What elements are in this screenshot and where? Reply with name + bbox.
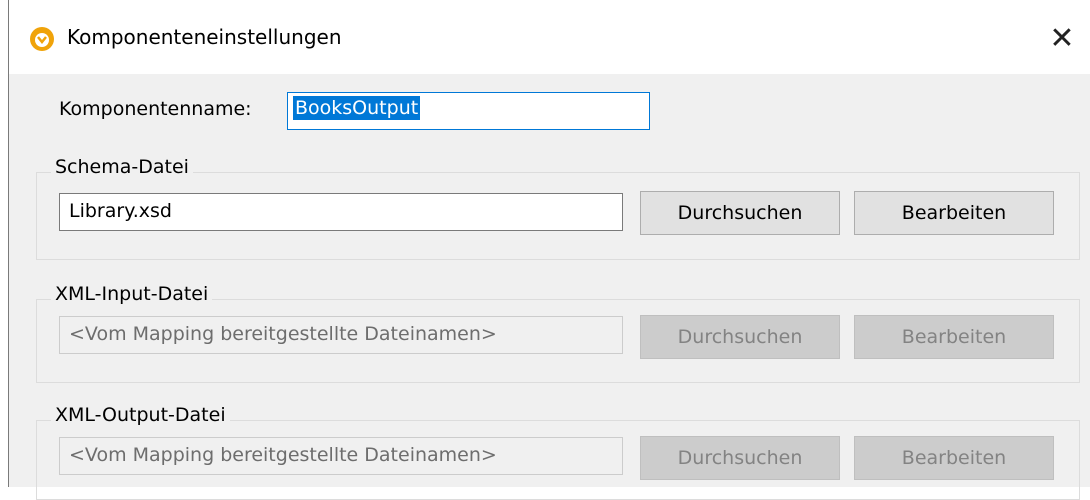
xml-output-edit-button[interactable]: Bearbeiten	[854, 436, 1054, 480]
xml-input-file-input[interactable]: <Vom Mapping bereitgestellte Dateinamen>	[59, 316, 623, 354]
component-settings-dialog: Komponenteneinstellungen ✕ Komponentenna…	[8, 0, 1090, 500]
xml-output-browse-button[interactable]: Durchsuchen	[640, 436, 840, 480]
schema-edit-button[interactable]: Bearbeiten	[854, 191, 1054, 235]
schema-file-group: Schema-Datei Library.xsd Durchsuchen Bea…	[36, 156, 1080, 260]
schema-file-legend: Schema-Datei	[51, 156, 193, 178]
xml-input-file-group: XML-Input-Datei <Vom Mapping bereitgeste…	[36, 283, 1080, 383]
schema-browse-button[interactable]: Durchsuchen	[640, 191, 840, 235]
xml-input-edit-button[interactable]: Bearbeiten	[854, 315, 1054, 359]
close-icon[interactable]: ✕	[1042, 18, 1082, 58]
window-title: Komponenteneinstellungen	[67, 25, 342, 49]
component-name-value: BooksOutput	[293, 96, 421, 120]
component-name-input[interactable]: BooksOutput	[287, 92, 650, 130]
xml-output-file-group: XML-Output-Datei <Vom Mapping bereitgest…	[36, 404, 1080, 500]
xml-output-file-input[interactable]: <Vom Mapping bereitgestellte Dateinamen>	[59, 437, 623, 475]
xml-input-file-legend: XML-Input-Datei	[51, 283, 213, 305]
component-name-label: Komponentenname:	[59, 98, 252, 120]
title-bar: Komponenteneinstellungen ✕	[9, 0, 1090, 74]
schema-file-input[interactable]: Library.xsd	[59, 193, 623, 231]
xml-input-browse-button[interactable]: Durchsuchen	[640, 315, 840, 359]
xml-output-file-legend: XML-Output-Datei	[51, 404, 230, 426]
app-icon	[29, 26, 55, 52]
